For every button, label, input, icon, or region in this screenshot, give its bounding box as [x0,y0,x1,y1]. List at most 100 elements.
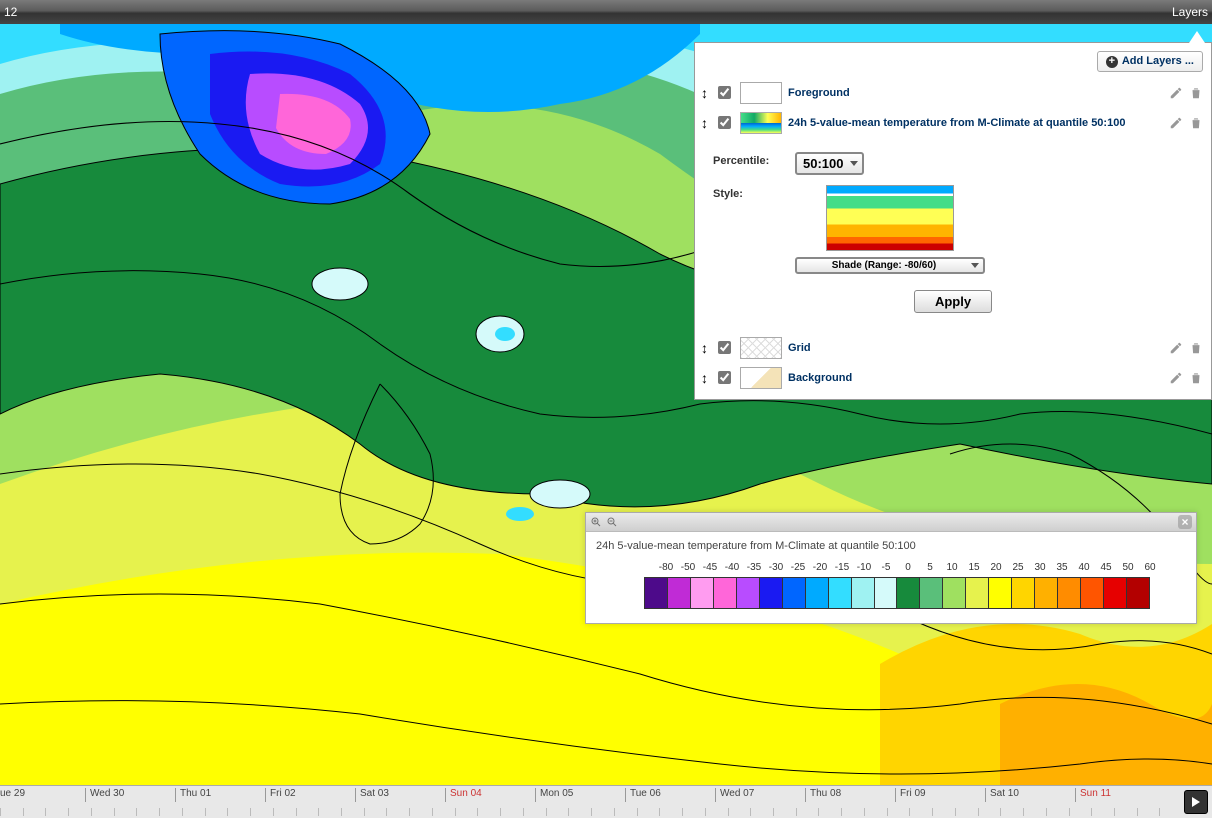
layer-thumbnail [740,367,782,389]
drag-handle-icon[interactable]: ↕ [701,340,708,356]
timeline-tick[interactable]: Fri 09 [895,788,985,802]
timeline-subtick [341,808,364,816]
legend-swatch [1127,578,1149,608]
delete-icon[interactable] [1189,116,1203,130]
style-select[interactable]: Shade (Range: -80/60) [795,257,985,274]
legend-swatch [897,578,920,608]
timeline-tick[interactable]: Wed 30 [85,788,175,802]
close-icon[interactable]: × [1178,515,1192,529]
layer-visibility-checkbox[interactable] [718,86,731,99]
legend-scale-label: -40 [721,562,743,573]
legend-scale-label: -30 [765,562,787,573]
layer-visibility-checkbox[interactable] [718,341,731,354]
timeline-subtick [273,808,296,816]
drag-handle-icon[interactable]: ↕ [701,370,708,386]
timeline-subtick [546,808,569,816]
legend-swatch [989,578,1012,608]
timeline-subtick [205,808,228,816]
timeline-subtick [0,808,23,816]
add-layers-button[interactable]: + Add Layers ... [1097,51,1203,72]
timeline-subtick [182,808,205,816]
timeline-subtick [432,808,455,816]
timeline-subtick [796,808,819,816]
timeline-subtick [500,808,523,816]
legend-header[interactable]: × [586,513,1196,532]
timeline-subtick [409,808,432,816]
timeline-tick[interactable]: Sun 11 [1075,788,1165,802]
layer-visibility-checkbox[interactable] [718,116,731,129]
edit-icon[interactable] [1169,86,1183,100]
edit-icon[interactable] [1169,371,1183,385]
legend-swatch [737,578,760,608]
legend-swatch [875,578,898,608]
timeline-tick[interactable]: Sat 03 [355,788,445,802]
timeline-tick[interactable]: Thu 08 [805,788,895,802]
style-label: Style: [713,185,783,200]
timeline-tick[interactable]: Sat 10 [985,788,1075,802]
layer-visibility-checkbox[interactable] [718,371,731,384]
legend-swatch [920,578,943,608]
apply-button[interactable]: Apply [914,290,992,313]
legend-swatch [1012,578,1035,608]
layer-title[interactable]: Grid [788,342,1163,354]
timeline-subtick [45,808,68,816]
legend-swatch [943,578,966,608]
timeline-subtick [250,808,273,816]
legend-swatch [1058,578,1081,608]
timeline-tick[interactable]: ue 29 [0,788,85,802]
zoom-out-icon[interactable] [606,516,618,528]
timeline-subtick [637,808,660,816]
timeline-subtick [364,808,387,816]
timeline-tick[interactable]: Tue 06 [625,788,715,802]
layer-thumbnail [740,112,782,134]
drag-handle-icon[interactable]: ↕ [701,85,708,101]
legend-swatch [806,578,829,608]
edit-icon[interactable] [1169,341,1183,355]
add-layers-label: Add Layers ... [1122,55,1194,67]
legend-swatch [645,578,668,608]
timeline-subtick [887,808,910,816]
timeline-tick[interactable]: Thu 01 [175,788,265,802]
delete-icon[interactable] [1189,86,1203,100]
delete-icon[interactable] [1189,371,1203,385]
timeline-tick[interactable]: Fri 02 [265,788,355,802]
plus-icon: + [1106,56,1118,68]
timeline-subtick [705,808,728,816]
legend-scale-label: -80 [655,562,677,573]
layer-title[interactable]: Background [788,372,1163,384]
legend-scale-label: 15 [963,562,985,573]
timeline-tick[interactable]: Mon 05 [535,788,625,802]
legend-swatch [966,578,989,608]
layer-row: ↕ Background [695,363,1211,399]
legend-scale-label: -20 [809,562,831,573]
layer-title[interactable]: 24h 5-value-mean temperature from M-Clim… [788,117,1163,129]
legend-swatch [783,578,806,608]
layer-settings: Percentile: 50:100 Style: Shade (Range: … [703,142,1203,323]
style-preview-thumbnail [826,185,954,251]
drag-handle-icon[interactable]: ↕ [701,115,708,131]
timeline-subtick [1069,808,1092,816]
timeline-subtick [659,808,682,816]
legend-panel: × 24h 5-value-mean temperature from M-Cl… [585,512,1197,624]
timeline-subtick [728,808,751,816]
timeline-subtick [932,808,955,816]
play-button[interactable] [1184,790,1208,814]
timeline-tick[interactable]: Wed 07 [715,788,805,802]
layer-title[interactable]: Foreground [788,87,1163,99]
legend-swatch [760,578,783,608]
timeline-subtick [955,808,978,816]
edit-icon[interactable] [1169,116,1183,130]
timeline-bar[interactable]: ue 29Wed 30Thu 01Fri 02Sat 03Sun 04Mon 0… [0,785,1212,818]
timeline-subtick [114,808,137,816]
timeline-subtick [1023,808,1046,816]
layers-menu-trigger[interactable]: Layers [1172,5,1208,19]
base-time-label: 12 [4,5,17,19]
zoom-in-icon[interactable] [590,516,602,528]
timeline-subtick [1091,808,1114,816]
layers-panel: + Add Layers ... ↕ Foreground ↕ 24h 5-val… [694,42,1212,400]
percentile-select[interactable]: 50:100 [795,152,864,175]
legend-swatch [852,578,875,608]
delete-icon[interactable] [1189,341,1203,355]
timeline-tick[interactable]: Sun 04 [445,788,535,802]
timeline-subtick [159,808,182,816]
